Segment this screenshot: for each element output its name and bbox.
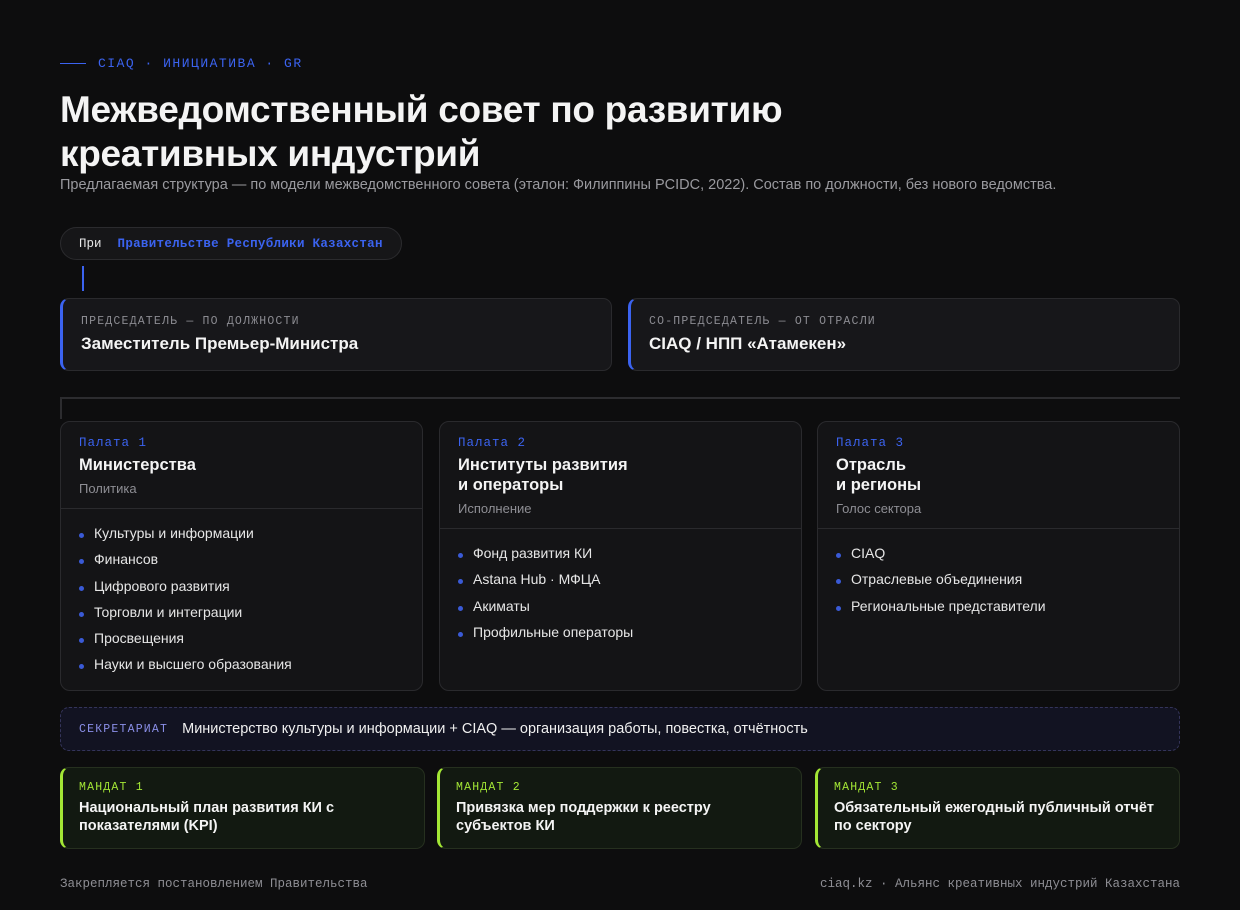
chamber-3-name: Отрасль и регионы <box>836 455 1161 495</box>
eyebrow: CIAQ · ИНИЦИАТИВА · GR <box>60 56 303 71</box>
mandate-3-label: МАНДАТ 3 <box>834 781 899 794</box>
chamber-3-number: Палата 3 <box>836 436 905 450</box>
chamber-1-name: Министерства <box>79 455 404 475</box>
chair-value: Заместитель Премьер-Министра <box>81 334 359 353</box>
mandate-2-line-2: субъектов КИ <box>456 818 555 834</box>
list-item: CIAQ <box>836 543 1161 569</box>
mandate-3-card: МАНДАТ 3 Обязательный ежегодный публичны… <box>815 767 1180 849</box>
chair-card: ПРЕДСЕДАТЕЛЬ — ПО ДОЛЖНОСТИ Заместитель … <box>60 298 612 371</box>
eyebrow-line <box>60 63 86 64</box>
chamber-3-card: Палата 3 Отрасль и регионы Голос сектора… <box>817 421 1180 691</box>
mandate-1-card: МАНДАТ 1 Национальный план развития КИ с… <box>60 767 425 849</box>
chamber-1-header: Палата 1 Министерства Политика <box>61 422 422 509</box>
chamber-2-name-line-1: Институты развития <box>458 456 628 474</box>
chambers-connector <box>60 397 1180 419</box>
co-chair-card: СО-ПРЕДСЕДАТЕЛЬ — ОТ ОТРАСЛИ CIAQ / НПП … <box>628 298 1180 371</box>
list-item: Культуры и информации <box>79 523 404 549</box>
mandate-1-text: Национальный план развития КИ с показате… <box>79 799 424 835</box>
page-subtitle: Предлагаемая структура — по модели межве… <box>60 177 1057 193</box>
page-title-line-1: Межведомственный совет по развитию <box>60 89 783 130</box>
co-chair-label: СО-ПРЕДСЕДАТЕЛЬ — ОТ ОТРАСЛИ <box>649 315 876 328</box>
mandate-1-line-2: показателями (KPI) <box>79 818 218 834</box>
chamber-1-number: Палата 1 <box>79 436 148 450</box>
list-item: Фонд развития КИ <box>458 543 783 569</box>
chamber-3-name-line-1: Отрасль <box>836 456 906 474</box>
chamber-2-name-line-2: и операторы <box>458 476 564 494</box>
chamber-3-role: Голос сектора <box>836 501 922 516</box>
list-item: Финансов <box>79 549 404 575</box>
mandate-1-label: МАНДАТ 1 <box>79 781 144 794</box>
mandate-3-line-1: Обязательный ежегодный публичный отчёт <box>834 800 1155 816</box>
mandate-3-line-2: по сектору <box>834 818 912 834</box>
list-item: Цифрового развития <box>79 576 404 602</box>
chamber-2-card: Палата 2 Институты развития и операторы … <box>439 421 802 691</box>
chamber-2-number: Палата 2 <box>458 436 527 450</box>
secretariat-value: Министерство культуры и информации + CIA… <box>182 721 808 737</box>
chamber-1-card: Палата 1 Министерства Политика Культуры … <box>60 421 423 691</box>
list-item: Региональные представители <box>836 596 1161 622</box>
chamber-2-header: Палата 2 Институты развития и операторы … <box>440 422 801 529</box>
co-chair-value: CIAQ / НПП «Атамекен» <box>649 334 847 353</box>
list-item: Astana Hub · МФЦА <box>458 569 783 595</box>
footer-note: Закрепляется постановлением Правительств… <box>60 877 368 891</box>
list-item: Просвещения <box>79 628 404 654</box>
mandate-2-text: Привязка мер поддержки к реестру субъект… <box>456 799 801 835</box>
secretariat-bar: СЕКРЕТАРИАТ Министерство культуры и инфо… <box>60 707 1180 751</box>
chamber-2-role: Исполнение <box>458 501 532 516</box>
parent-connector <box>82 266 84 291</box>
list-item: Акиматы <box>458 596 783 622</box>
page-title: Межведомственный совет по развитию креат… <box>60 88 960 176</box>
chamber-3-header: Палата 3 Отрасль и регионы Голос сектора <box>818 422 1179 529</box>
secretariat-label: СЕКРЕТАРИАТ <box>79 722 169 736</box>
chair-label: ПРЕДСЕДАТЕЛЬ — ПО ДОЛЖНОСТИ <box>81 315 300 328</box>
page-title-line-2: креативных индустрий <box>60 133 481 174</box>
mandate-3-text: Обязательный ежегодный публичный отчёт п… <box>834 799 1179 835</box>
chamber-2-members: Фонд развития КИ Astana Hub · МФЦА Акима… <box>440 529 801 648</box>
chamber-1-role: Политика <box>79 481 137 496</box>
mandate-2-label: МАНДАТ 2 <box>456 781 521 794</box>
list-item: Отраслевые объединения <box>836 569 1161 595</box>
parent-name: Правительстве Республики Казахстан <box>117 236 383 251</box>
list-item: Торговли и интеграции <box>79 602 404 628</box>
mandate-1-line-1: Национальный план развития КИ с <box>79 800 335 816</box>
chamber-3-members: CIAQ Отраслевые объединения Региональные… <box>818 529 1179 622</box>
chamber-2-name: Институты развития и операторы <box>458 455 783 495</box>
footer-credit: ciaq.kz · Альянс креативных индустрий Ка… <box>819 877 1180 891</box>
mandate-2-card: МАНДАТ 2 Привязка мер поддержки к реестр… <box>437 767 802 849</box>
parent-prefix: При <box>79 236 102 251</box>
mandate-2-line-1: Привязка мер поддержки к реестру <box>456 800 711 816</box>
chamber-3-name-line-2: и регионы <box>836 476 922 494</box>
eyebrow-text: CIAQ · ИНИЦИАТИВА · GR <box>98 56 303 71</box>
chamber-1-name-line: Министерства <box>79 456 196 474</box>
list-item: Профильные операторы <box>458 622 783 648</box>
chamber-1-members: Культуры и информации Финансов Цифрового… <box>61 509 422 681</box>
list-item: Науки и высшего образования <box>79 654 404 680</box>
parent-body-pill: При Правительстве Республики Казахстан <box>60 227 402 260</box>
